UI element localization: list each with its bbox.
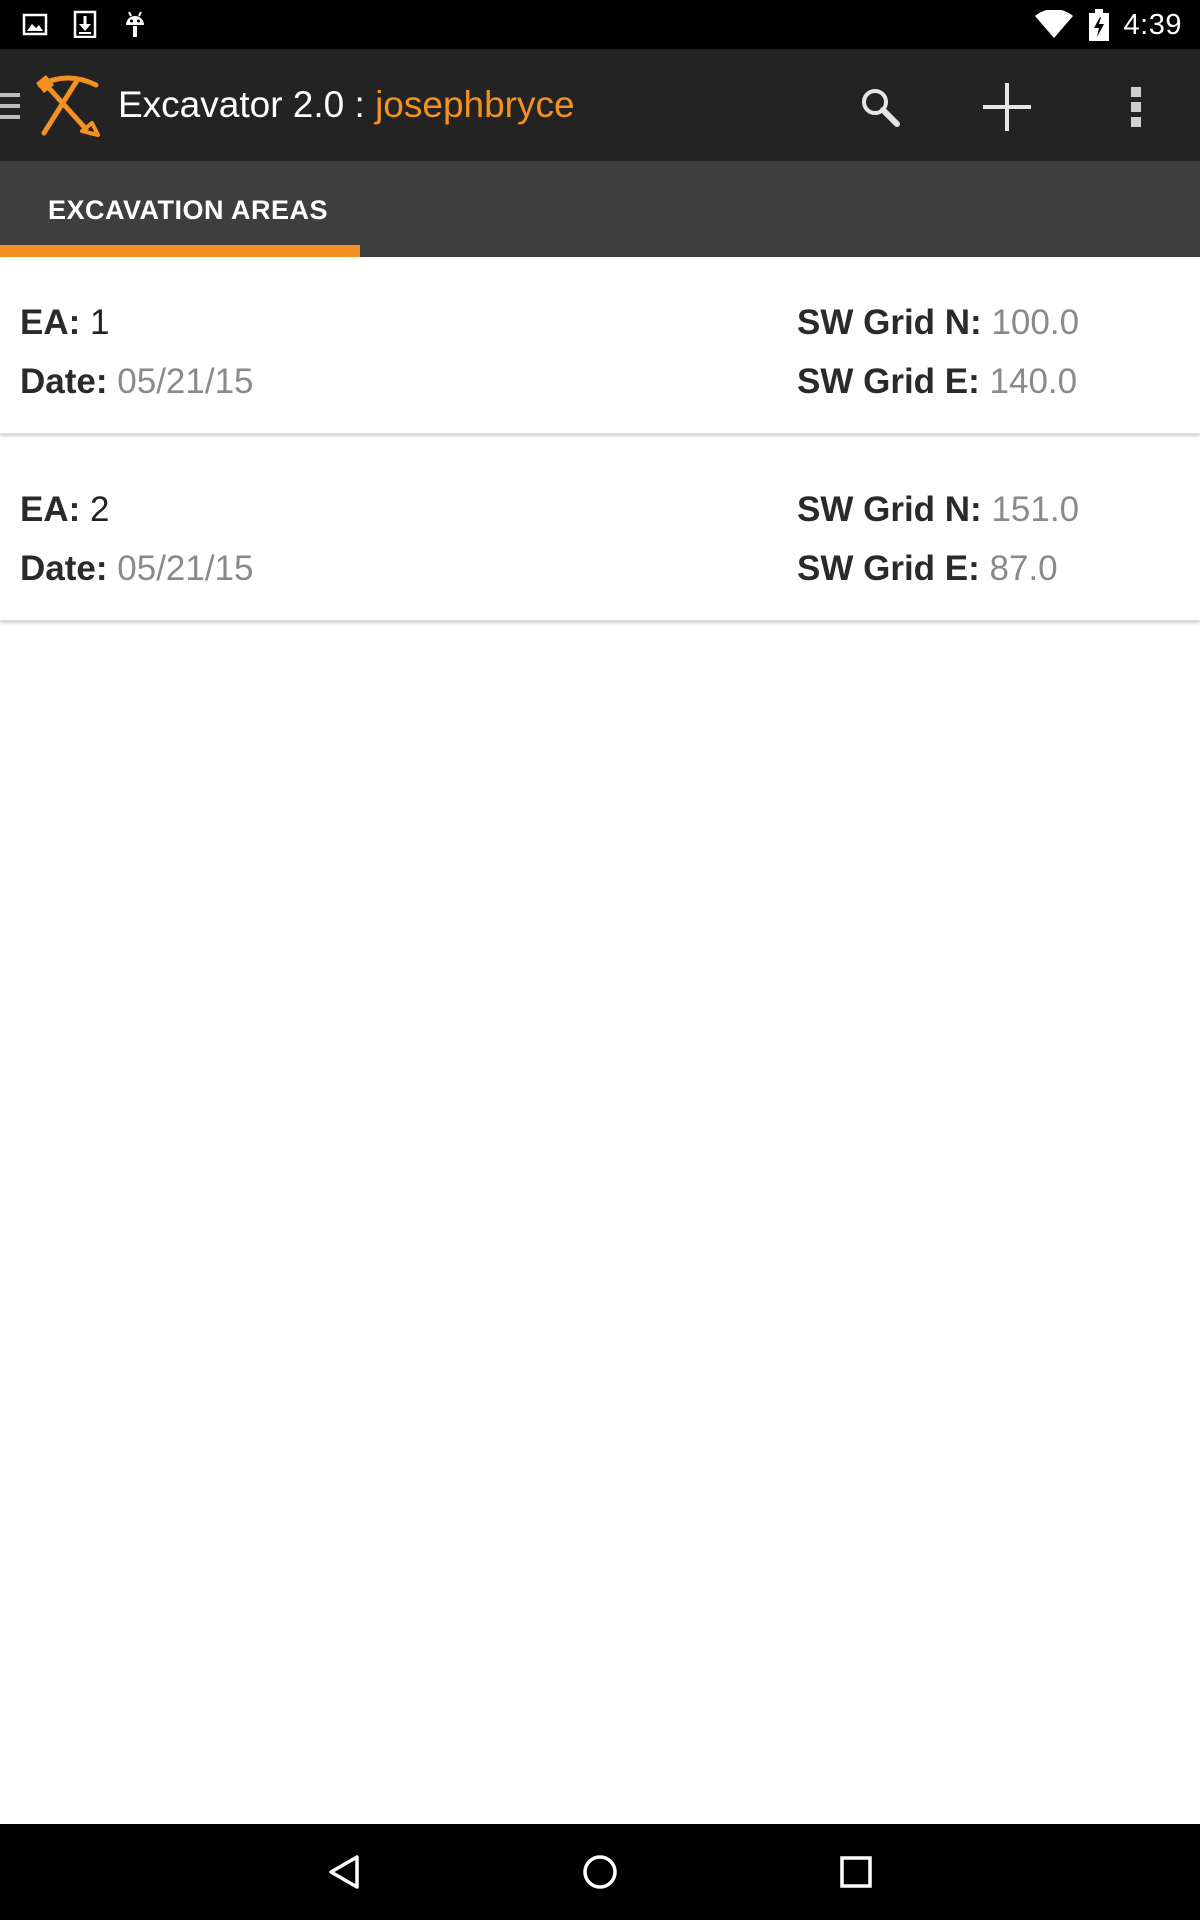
ea-field: EA: 2 (20, 490, 109, 530)
sw-grid-e-label: SW Grid E: (797, 362, 980, 401)
sw-grid-n-value: 100.0 (991, 303, 1080, 342)
image-icon (22, 13, 48, 36)
title-separator: : (344, 84, 376, 125)
tab-bar: EXCAVATION AREAS (0, 161, 1200, 257)
ea-field: EA: 1 (20, 303, 109, 343)
ea-label: EA: (20, 303, 81, 342)
sw-grid-n-value: 151.0 (991, 490, 1080, 529)
excavation-area-card[interactable]: EA: 1 Date: 05/21/15 SW Grid N: 100.0 SW… (0, 257, 1200, 434)
android-debug-icon (126, 11, 144, 37)
sw-grid-e-value: 87.0 (989, 549, 1058, 588)
add-button[interactable] (977, 77, 1037, 137)
search-icon (862, 89, 900, 127)
home-icon (583, 1855, 617, 1889)
system-status: 4:39 (1034, 4, 1182, 46)
navigation-bar (0, 1824, 1200, 1920)
ea-label: EA: (20, 490, 81, 529)
date-field: Date: 05/21/15 (20, 549, 254, 589)
notification-icons (22, 10, 148, 38)
recents-button[interactable] (826, 1842, 886, 1902)
tab-excavation-areas[interactable]: EXCAVATION AREAS (0, 161, 360, 257)
ea-value: 2 (90, 490, 110, 529)
sw-grid-e-field: SW Grid E: 140.0 (797, 362, 1077, 402)
search-button[interactable] (850, 77, 910, 137)
app-name: Excavator 2.0 (118, 84, 345, 125)
recents-icon (840, 1856, 872, 1888)
pick-shovel-logo-icon[interactable] (34, 71, 102, 141)
app-title: Excavator 2.0 : josephbryce (118, 82, 575, 128)
wifi-icon (1034, 10, 1073, 38)
date-value: 05/21/15 (117, 362, 254, 401)
sw-grid-n-field: SW Grid N: 151.0 (797, 490, 1079, 530)
sw-grid-n-field: SW Grid N: 100.0 (797, 303, 1079, 343)
sw-grid-e-value: 140.0 (989, 362, 1078, 401)
username: josephbryce (375, 84, 575, 125)
tab-selected-indicator (0, 245, 360, 257)
date-field: Date: 05/21/15 (20, 362, 254, 402)
tab-label: EXCAVATION AREAS (48, 195, 329, 225)
ea-value: 1 (90, 303, 110, 342)
sw-grid-n-label: SW Grid N: (797, 303, 982, 342)
back-icon (329, 1855, 359, 1889)
sw-grid-e-field: SW Grid E: 87.0 (797, 549, 1058, 589)
date-label: Date: (20, 549, 108, 588)
action-bar: Excavator 2.0 : josephbryce (0, 49, 1200, 161)
excavation-area-list: EA: 1 Date: 05/21/15 SW Grid N: 100.0 SW… (0, 257, 1200, 631)
download-icon (73, 10, 97, 38)
back-button[interactable] (315, 1842, 375, 1902)
sw-grid-e-label: SW Grid E: (797, 549, 980, 588)
excavation-area-card[interactable]: EA: 2 Date: 05/21/15 SW Grid N: 151.0 SW… (0, 444, 1200, 621)
overflow-menu-button[interactable] (1106, 77, 1166, 137)
date-label: Date: (20, 362, 108, 401)
clock: 4:39 (1123, 8, 1182, 41)
add-icon (983, 83, 1031, 131)
overflow-menu-icon (1131, 87, 1141, 127)
drawer-menu-icon[interactable] (0, 91, 20, 121)
date-value: 05/21/15 (117, 549, 254, 588)
home-button[interactable] (570, 1842, 630, 1902)
sw-grid-n-label: SW Grid N: (797, 490, 982, 529)
status-bar: 4:39 (0, 0, 1200, 49)
battery-charging-icon (1088, 9, 1109, 41)
